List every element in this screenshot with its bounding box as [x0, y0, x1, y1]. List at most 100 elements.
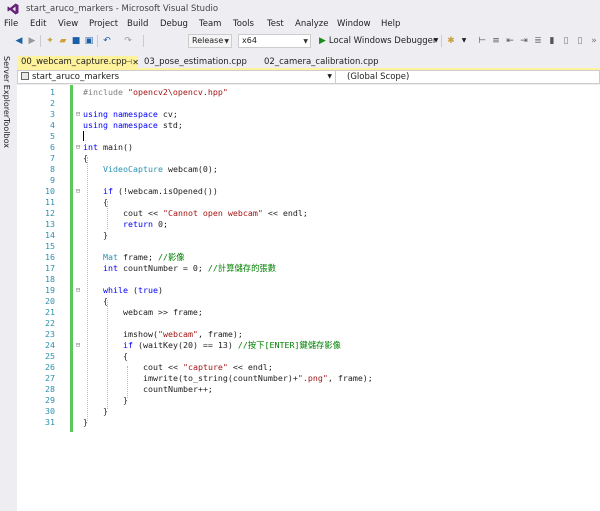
- toolbox-tab[interactable]: Toolbox: [2, 118, 11, 148]
- code-line[interactable]: 28 countNumber++;: [17, 384, 600, 395]
- code-text: , frame);: [197, 329, 243, 339]
- code-line[interactable]: 15: [17, 241, 600, 252]
- bookmark-icon[interactable]: ▮: [546, 35, 558, 47]
- code-line[interactable]: 8 VideoCapture webcam(0);: [17, 164, 600, 175]
- menu-view[interactable]: View: [58, 19, 78, 29]
- line-number: 23: [45, 329, 55, 339]
- back-icon[interactable]: ◀: [13, 35, 25, 47]
- code-line[interactable]: 14}: [17, 230, 600, 241]
- code-line[interactable]: 3 ⊟ using namespace cv;: [17, 109, 600, 120]
- keyword-token: if: [103, 186, 113, 196]
- menu-analyze[interactable]: Analyze: [295, 19, 329, 29]
- line-number: 30: [45, 406, 55, 416]
- line-number: 12: [45, 208, 55, 218]
- scope-dropdown[interactable]: (Global Scope): [336, 71, 599, 83]
- collapse-icon[interactable]: ⊟: [74, 285, 82, 296]
- menu-test[interactable]: Test: [267, 19, 284, 29]
- code-line[interactable]: 12 cout << "Cannot open webcam" << endl;: [17, 208, 600, 219]
- save-icon[interactable]: ■: [70, 35, 82, 47]
- collapse-icon[interactable]: ⊟: [74, 142, 82, 153]
- line-number: 17: [45, 263, 55, 273]
- code-line[interactable]: 5: [17, 131, 600, 142]
- title-bar: start_aruco_markers - Microsoft Visual S…: [0, 0, 600, 18]
- code-line[interactable]: 29}: [17, 395, 600, 406]
- chevron-down-icon[interactable]: ▼: [458, 35, 470, 47]
- outdent-icon[interactable]: ⇤: [504, 35, 516, 47]
- redo-icon[interactable]: ↷: [122, 35, 134, 47]
- code-line[interactable]: 27 imwrite(to_string(countNumber)+".png",…: [17, 373, 600, 384]
- code-line[interactable]: 31}: [17, 417, 600, 428]
- code-line[interactable]: 6 ⊟ int main(): [17, 142, 600, 153]
- comment-icon[interactable]: ≣: [532, 35, 544, 47]
- code-line[interactable]: 9: [17, 175, 600, 186]
- navigation-bar: start_aruco_markers ▼ (Global Scope): [17, 70, 600, 84]
- forward-icon[interactable]: ▶: [26, 35, 38, 47]
- solution-platform-select[interactable]: x64 ▼: [238, 34, 311, 48]
- browser-link-icon[interactable]: ✱: [445, 35, 457, 47]
- line-number: 1: [50, 87, 55, 97]
- code-line[interactable]: 24 ⊟ if (waitKey(20) == 13) //按下[ENTER]鍵儲存…: [17, 340, 600, 351]
- indent-icon[interactable]: ⇥: [518, 35, 530, 47]
- project-dropdown[interactable]: start_aruco_markers ▼: [18, 71, 336, 83]
- chevron-down-icon: ▼: [327, 73, 332, 80]
- menu-project[interactable]: Project: [89, 19, 118, 29]
- comment-token: //計算儲存的張數: [207, 263, 276, 273]
- menu-help[interactable]: Help: [381, 19, 400, 29]
- align-icon[interactable]: ⊢: [476, 35, 488, 47]
- server-explorer-tab[interactable]: Server Explorer: [2, 56, 11, 118]
- solution-configuration-select[interactable]: Release ▼: [188, 34, 232, 48]
- code-line[interactable]: 25 {: [17, 351, 600, 362]
- chevron-down-icon: ▼: [303, 38, 308, 45]
- code-line[interactable]: 11 {: [17, 197, 600, 208]
- code-text: {: [103, 197, 108, 207]
- code-line[interactable]: 19 ⊟ while (true): [17, 285, 600, 296]
- menu-bar: File Edit View Project Build Debug Team …: [0, 18, 600, 32]
- menu-team[interactable]: Team: [199, 19, 221, 29]
- menu-window[interactable]: Window: [337, 19, 371, 29]
- collapse-icon[interactable]: ⊟: [74, 340, 82, 351]
- code-line[interactable]: 22: [17, 318, 600, 329]
- menu-build[interactable]: Build: [127, 19, 148, 29]
- overflow-icon[interactable]: »: [588, 35, 600, 47]
- code-text: main(): [98, 142, 133, 152]
- code-line[interactable]: 20 {: [17, 296, 600, 307]
- menu-file[interactable]: File: [4, 19, 18, 29]
- bookmark-prev-icon[interactable]: ▯: [560, 35, 572, 47]
- code-line[interactable]: 30}: [17, 406, 600, 417]
- menu-tools[interactable]: Tools: [233, 19, 254, 29]
- code-line[interactable]: 2: [17, 98, 600, 109]
- line-number: 21: [45, 307, 55, 317]
- keyword-token: using namespace: [83, 120, 158, 130]
- line-number: 14: [45, 230, 55, 240]
- open-file-icon[interactable]: ▰: [57, 35, 69, 47]
- scope-label: (Global Scope): [347, 72, 410, 82]
- format-icon[interactable]: ≡: [490, 35, 502, 47]
- menu-debug[interactable]: Debug: [160, 19, 188, 29]
- code-line[interactable]: 4 using namespace std;: [17, 120, 600, 131]
- line-number: 8: [50, 164, 55, 174]
- code-line[interactable]: 13 return 0;: [17, 219, 600, 230]
- code-line[interactable]: 7{: [17, 153, 600, 164]
- collapse-icon[interactable]: ⊟: [74, 109, 82, 120]
- code-line[interactable]: 18: [17, 274, 600, 285]
- play-icon: ▶: [319, 36, 326, 46]
- undo-icon[interactable]: ↶: [101, 35, 113, 47]
- code-text: (waitKey(20) == 13): [133, 340, 238, 350]
- code-line[interactable]: 26 cout << "capture" << endl;: [17, 362, 600, 373]
- code-line[interactable]: 16 Mat frame; //影像: [17, 252, 600, 263]
- code-line[interactable]: 17 int countNumber = 0; //計算儲存的張數: [17, 263, 600, 274]
- bookmark-next-icon[interactable]: ▯: [574, 35, 586, 47]
- code-text: webcam >> frame;: [123, 307, 203, 317]
- collapse-icon[interactable]: ⊟: [74, 186, 82, 197]
- code-text: imshow(: [123, 329, 158, 339]
- new-project-icon[interactable]: ✦: [44, 35, 56, 47]
- save-all-icon[interactable]: ▣: [83, 35, 95, 47]
- code-line[interactable]: 10 ⊟ if (!webcam.isOpened()): [17, 186, 600, 197]
- start-debugger-button[interactable]: ▶ Local Windows Debugger: [319, 34, 436, 48]
- code-line[interactable]: 1 #include "opencv2\opencv.hpp": [17, 87, 600, 98]
- menu-edit[interactable]: Edit: [30, 19, 46, 29]
- code-line[interactable]: 21 webcam >> frame;: [17, 307, 600, 318]
- code-line[interactable]: 23 imshow("webcam", frame);: [17, 329, 600, 340]
- code-text: webcam(0);: [162, 164, 218, 174]
- code-editor[interactable]: 1 #include "opencv2\opencv.hpp" 2 3 ⊟ using…: [17, 85, 600, 511]
